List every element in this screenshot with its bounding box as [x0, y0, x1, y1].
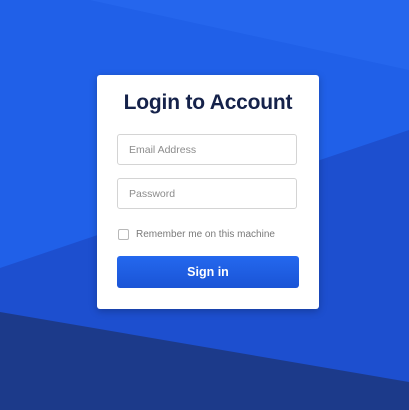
remember-me[interactable]: Remember me on this machine — [118, 227, 275, 241]
page-title: Login to Account — [123, 91, 293, 114]
remember-label: Remember me on this machine — [136, 228, 275, 240]
password-field[interactable] — [117, 178, 297, 209]
remember-checkbox[interactable] — [118, 228, 129, 240]
email-field[interactable] — [117, 134, 297, 165]
login-card: Login to Account Remember me on this mac… — [97, 75, 319, 309]
sign-in-button[interactable]: Sign in — [117, 256, 299, 288]
